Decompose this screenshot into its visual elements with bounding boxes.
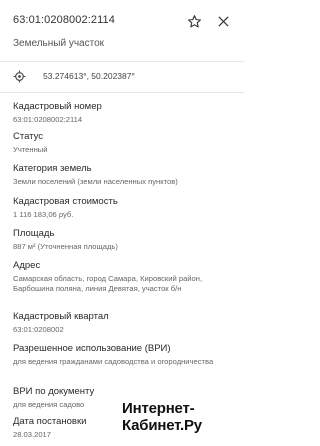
- watermark: Интернет- Кабинет.Ру: [122, 400, 202, 434]
- field-label: Кадастровый номер: [13, 101, 102, 112]
- field-value: Учтенный: [13, 145, 48, 154]
- close-button[interactable]: [215, 13, 231, 29]
- field-value: 887 м² (Уточненная площадь): [13, 242, 118, 251]
- field-address: Адрес Самарская область, город Самара, К…: [13, 260, 238, 294]
- coordinates-text: 53.274613°, 50.202387°: [43, 71, 135, 81]
- target-icon: [13, 70, 26, 83]
- field-land-category: Категория земель Земли поселений (земли …: [13, 163, 238, 187]
- field-label: Категория земель: [13, 163, 92, 174]
- field-value: 63:01:0208002:2114: [13, 115, 83, 124]
- field-value: Земли поселений (земли населенных пункто…: [13, 177, 178, 186]
- field-label: Кадастровый квартал: [13, 311, 109, 322]
- coordinates-row[interactable]: 53.274613°, 50.202387°: [0, 62, 244, 92]
- field-value: для ведения гражданами садоводства и ого…: [13, 357, 214, 366]
- field-cadastral-number: Кадастровый номер 63:01:0208002:2114: [13, 101, 238, 125]
- field-value: Самарская область, город Самара, Кировск…: [13, 274, 203, 293]
- field-value: 63:01:0208002: [13, 325, 64, 334]
- close-icon: [218, 16, 228, 26]
- star-icon: [187, 14, 201, 27]
- favorite-button[interactable]: [186, 13, 202, 29]
- coords-divider: [0, 92, 244, 93]
- field-label: Площадь: [13, 228, 55, 239]
- watermark-line2: Кабинет.Ру: [122, 417, 202, 434]
- field-value: 1 116 183,06 руб.: [13, 210, 74, 219]
- field-cadastral-quarter: Кадастровый квартал 63:01:0208002: [13, 311, 238, 335]
- field-label: Кадастровая стоимость: [13, 196, 118, 207]
- field-cadastral-value: Кадастровая стоимость 1 116 183,06 руб.: [13, 196, 238, 220]
- field-area: Площадь 887 м² (Уточненная площадь): [13, 228, 238, 252]
- field-label: Разрешенное использование (ВРИ): [13, 343, 171, 354]
- field-permitted-use: Разрешенное использование (ВРИ) для веде…: [13, 343, 238, 367]
- page-title: 63:01:0208002:2114: [13, 14, 115, 26]
- page-subtitle: Земельный участок: [13, 38, 105, 49]
- field-label: Адрес: [13, 260, 41, 271]
- field-label: ВРИ по документу: [13, 386, 95, 397]
- header: 63:01:0208002:2114 Земельный участок: [0, 0, 244, 60]
- field-label: Статус: [13, 131, 44, 142]
- watermark-line1: Интернет-: [122, 400, 195, 417]
- field-status: Статус Учтенный: [13, 131, 238, 155]
